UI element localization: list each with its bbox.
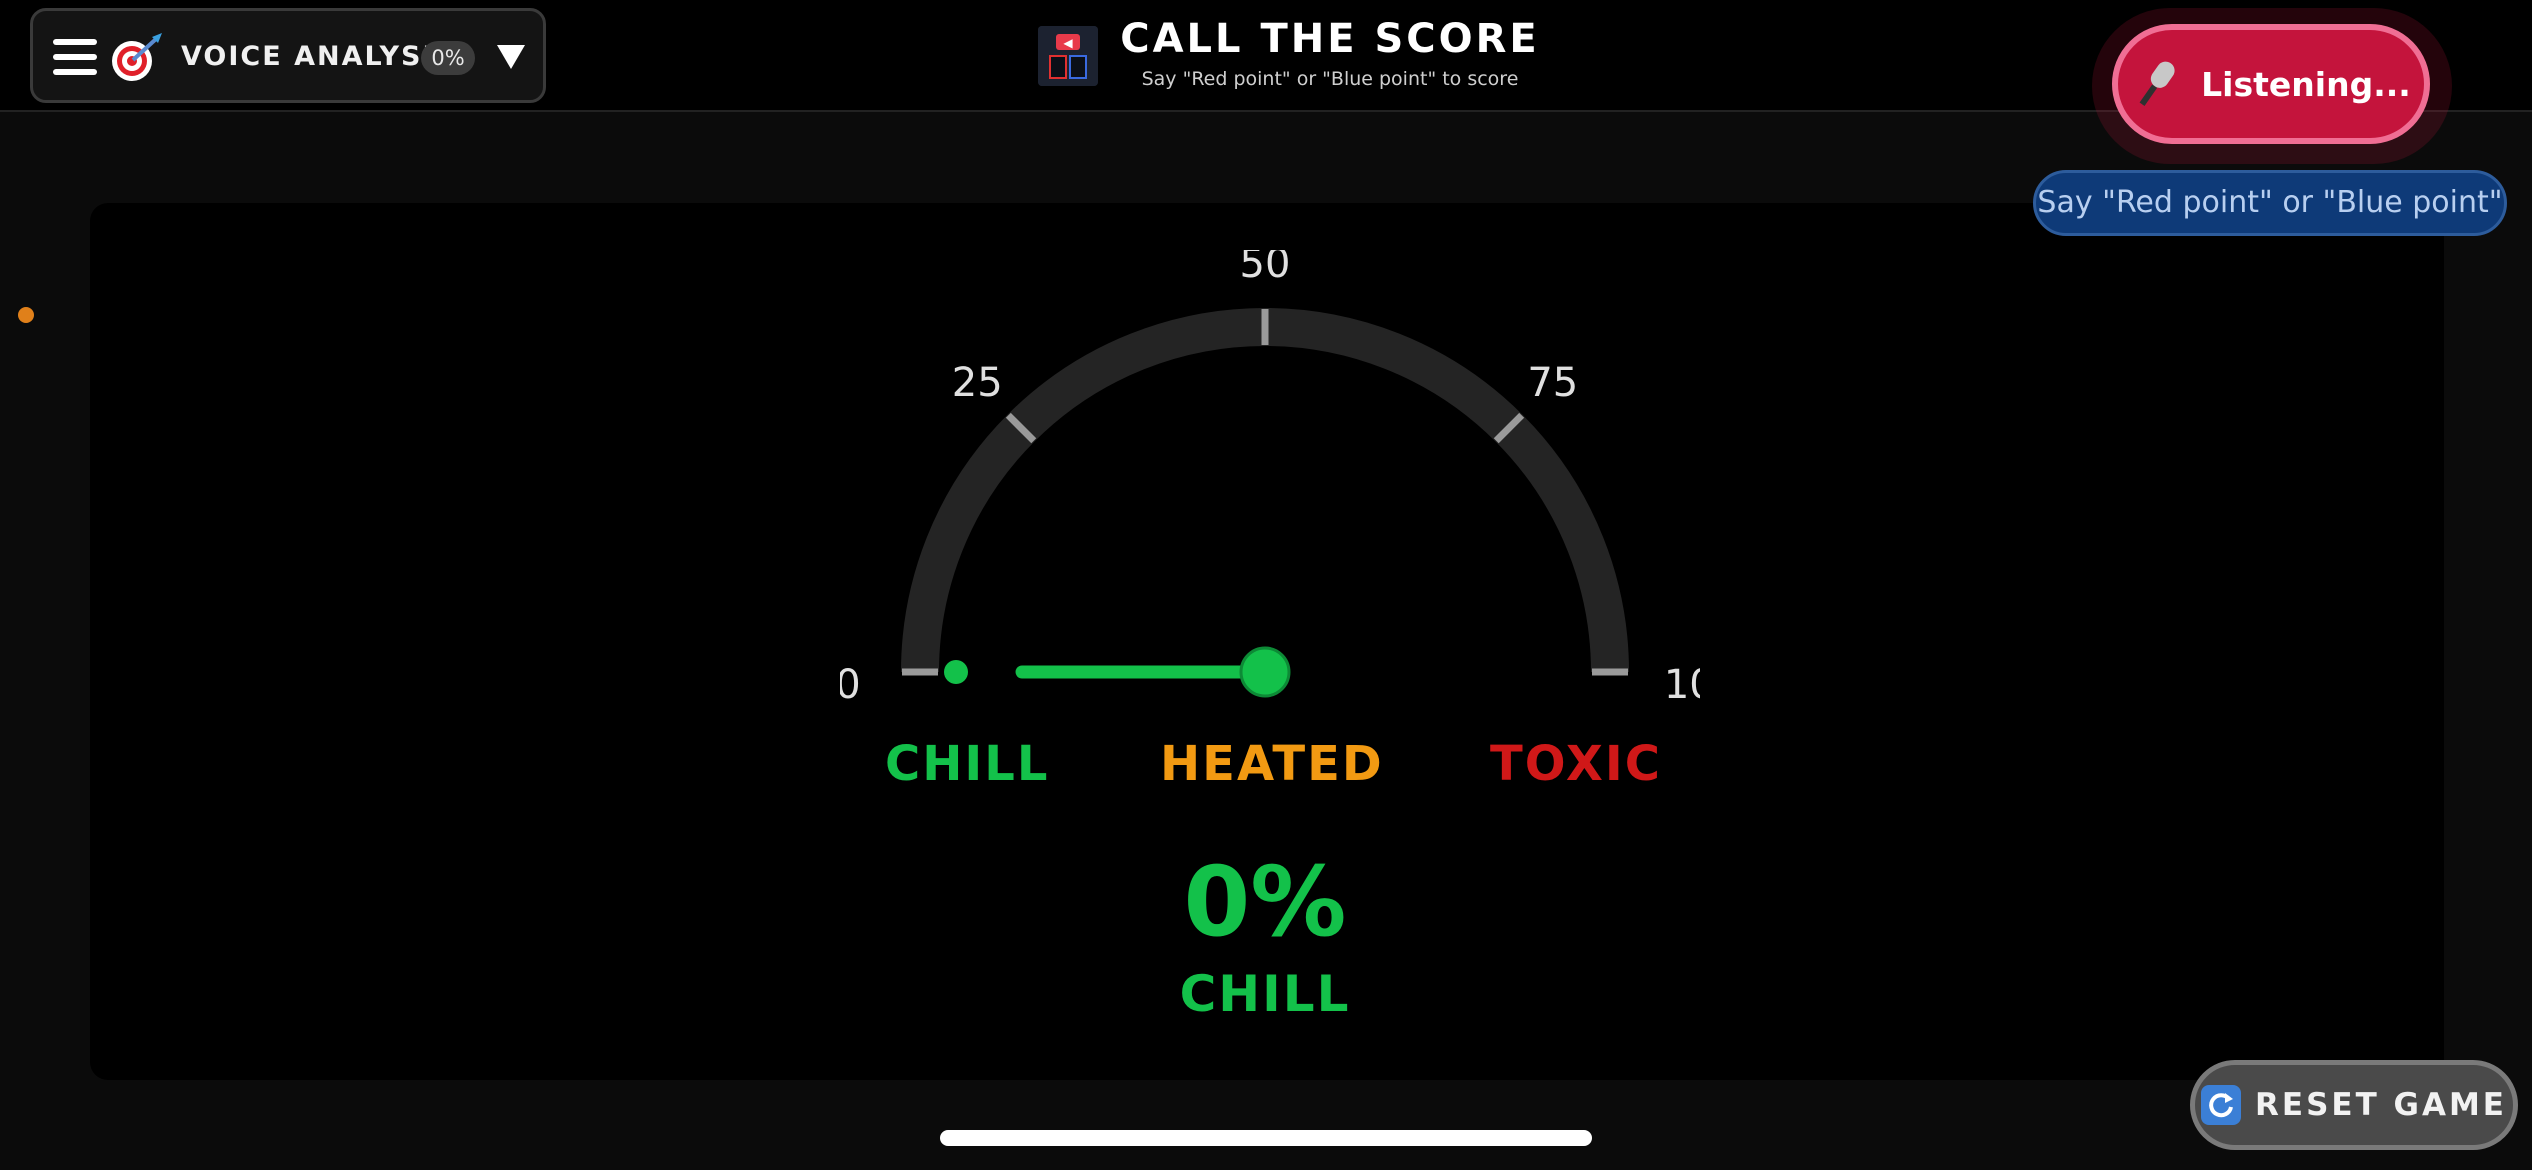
reset-game-label: RESET GAME bbox=[2255, 1087, 2507, 1123]
page-title: CALL THE SCORE bbox=[1120, 16, 1540, 62]
gauge-tick-label-0: 0 bbox=[840, 662, 861, 708]
toxicity-percent: 0% bbox=[1183, 846, 1347, 958]
gauge-tick-label-75: 75 bbox=[1527, 360, 1578, 406]
gauge-value-marker bbox=[944, 660, 968, 684]
gauge-track bbox=[901, 308, 1629, 673]
target-icon bbox=[112, 33, 162, 81]
hamburger-icon[interactable] bbox=[53, 39, 97, 75]
zone-label-chill: CHILL bbox=[885, 736, 1050, 792]
listening-button[interactable]: Listening... bbox=[2112, 24, 2430, 144]
status-dot bbox=[18, 307, 34, 323]
toxicity-level-label: CHILL bbox=[1179, 965, 1351, 1023]
reset-game-button[interactable]: RESET GAME bbox=[2190, 1060, 2518, 1150]
zone-label-toxic: TOXIC bbox=[1490, 736, 1662, 792]
listening-label: Listening... bbox=[2201, 64, 2411, 104]
triangle-down-icon[interactable] bbox=[497, 45, 525, 69]
refresh-icon bbox=[2201, 1085, 2242, 1125]
gauge-tick-label-100: 100 bbox=[1664, 662, 1700, 708]
voice-analysis-percent-badge: 0% bbox=[421, 41, 475, 75]
voice-analysis-toggle[interactable]: VOICE ANALYSIS 0% bbox=[30, 8, 546, 103]
voice-analysis-label: VOICE ANALYSIS bbox=[181, 41, 456, 72]
microphone-icon bbox=[2139, 61, 2175, 106]
gauge-hub bbox=[1239, 646, 1291, 698]
toxicity-gauge: 0 25 50 75 100 bbox=[840, 250, 1700, 708]
voice-hint: Say "Red point" or "Blue point" bbox=[2033, 170, 2507, 236]
gauge-tick-label-50: 50 bbox=[1240, 250, 1291, 287]
zone-label-heated: HEATED bbox=[1160, 736, 1384, 792]
gauge-tick-label-25: 25 bbox=[952, 360, 1003, 406]
page-subtitle: Say "Red point" or "Blue point" to score bbox=[1141, 68, 1519, 90]
home-indicator[interactable] bbox=[940, 1130, 1592, 1146]
